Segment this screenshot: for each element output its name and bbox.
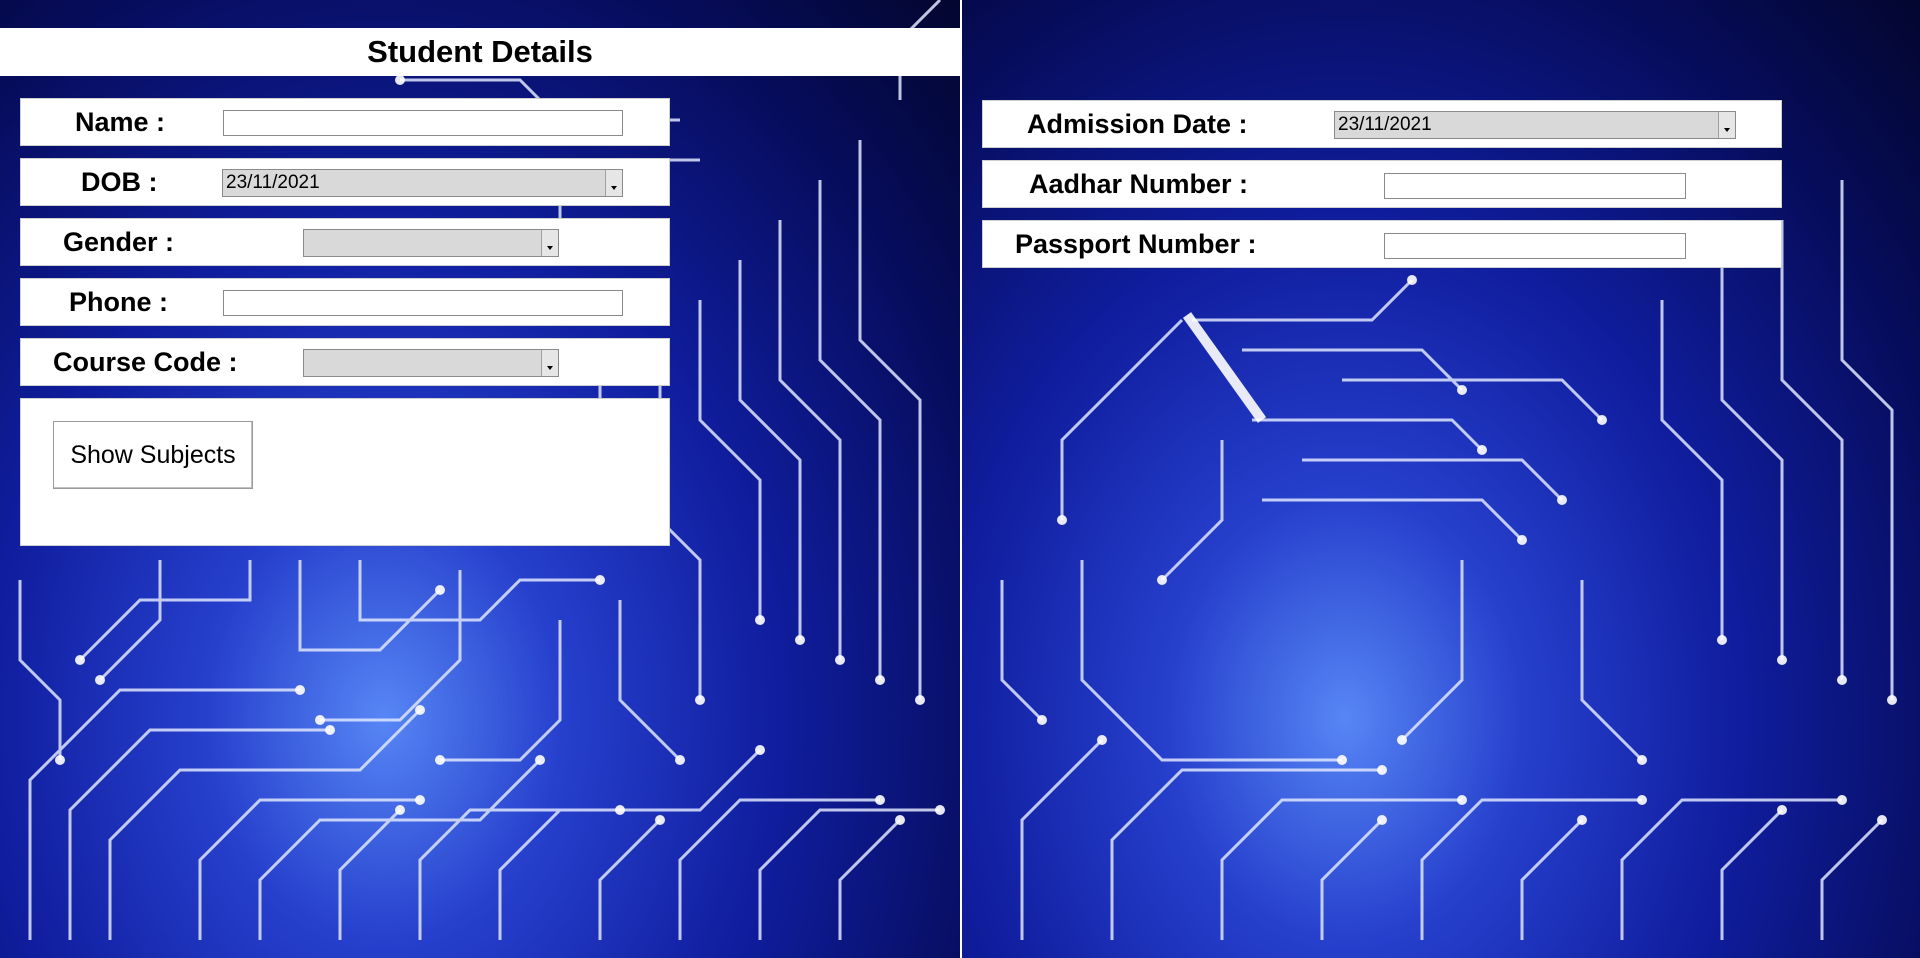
course-code-row: Course Code : (20, 338, 670, 386)
gender-select[interactable] (303, 229, 559, 257)
passport-number-row: Passport Number : (982, 220, 1782, 268)
admission-date-row: Admission Date : 23/11/2021 (982, 100, 1782, 148)
dob-row: DOB : 23/11/2021 (20, 158, 670, 206)
gender-label: Gender : (63, 227, 175, 257)
show-subjects-button[interactable]: Show Subjects (53, 421, 253, 489)
chevron-down-icon[interactable] (605, 170, 622, 196)
aadhar-number-input[interactable] (1384, 173, 1686, 199)
admission-date-value: 23/11/2021 (1338, 114, 1432, 135)
aadhar-number-label: Aadhar Number : (1029, 169, 1249, 199)
phone-row: Phone : (20, 278, 670, 326)
aadhar-number-row: Aadhar Number : (982, 160, 1782, 208)
course-code-label: Course Code : (53, 347, 238, 377)
admission-date-picker[interactable]: 23/11/2021 (1334, 111, 1736, 139)
chevron-down-icon[interactable] (1718, 112, 1735, 138)
admission-date-label: Admission Date : (1027, 109, 1248, 139)
page-title: Student Details (0, 28, 960, 76)
course-code-select[interactable] (303, 349, 559, 377)
chevron-down-icon[interactable] (541, 350, 558, 376)
additional-details-pane: Admission Date : 23/11/2021 Aadhar Numbe… (962, 0, 1920, 958)
passport-number-label: Passport Number : (1015, 229, 1257, 259)
passport-number-input[interactable] (1384, 233, 1686, 259)
student-details-pane: Student Details Name : DOB : 23/11/2021 … (0, 0, 960, 958)
name-row: Name : (20, 98, 670, 146)
dob-label: DOB : (81, 167, 158, 197)
phone-label: Phone : (69, 287, 168, 317)
dob-value: 23/11/2021 (226, 172, 320, 193)
gender-row: Gender : (20, 218, 670, 266)
name-input[interactable] (223, 110, 623, 136)
chevron-down-icon[interactable] (541, 230, 558, 256)
dob-date-picker[interactable]: 23/11/2021 (222, 169, 623, 197)
phone-input[interactable] (223, 290, 623, 316)
actions-panel: Show Subjects (20, 398, 670, 546)
name-label: Name : (75, 107, 166, 137)
